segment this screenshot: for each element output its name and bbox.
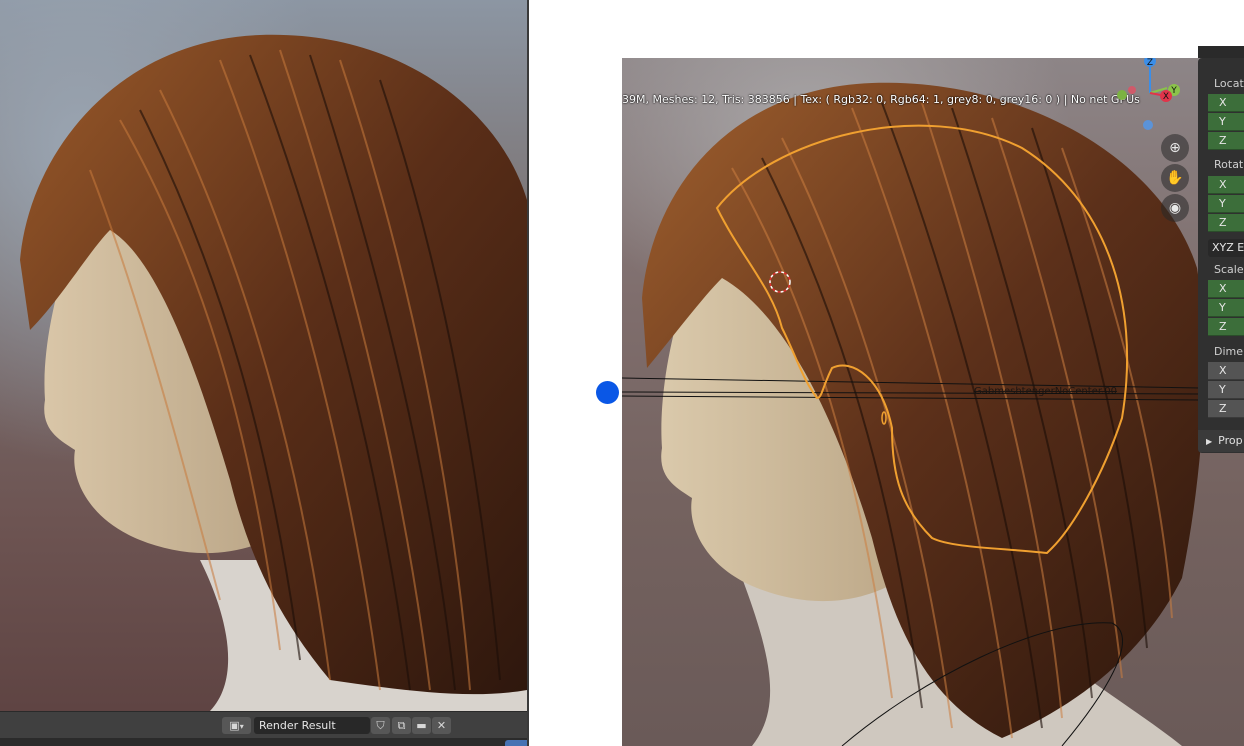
3d-viewport[interactable]: 39M, Meshes: 12, Tris: 383856 | Tex: ( R…	[622, 58, 1244, 746]
scale-y-field[interactable]: Y	[1208, 299, 1244, 317]
folder-icon: ▬	[416, 719, 427, 732]
location-x-field[interactable]: X	[1208, 94, 1244, 112]
sidebar-tab[interactable]	[1198, 46, 1244, 58]
open-image-button[interactable]: ▬	[412, 717, 431, 734]
shield-icon: ⛉	[376, 719, 385, 732]
object-name-label: GabmeshtengerNoCenter.00	[974, 386, 1117, 397]
viewport-scene	[622, 82, 1205, 746]
zoom-icon: ⊕	[1169, 140, 1181, 156]
rotation-x-field[interactable]: X	[1208, 176, 1244, 194]
status-strip	[0, 738, 527, 746]
dimensions-label: Dime	[1214, 345, 1244, 358]
duplicate-button[interactable]: ⧉	[392, 717, 411, 734]
properties-label: Prop	[1218, 434, 1243, 447]
rotation-y-field[interactable]: Y	[1208, 195, 1244, 213]
render-image	[20, 34, 527, 711]
fake-user-button[interactable]: ⛉	[371, 717, 390, 734]
render-image-editor[interactable]: ▣▾ Render Result ⛉ ⧉ ▬ ✕	[0, 0, 527, 746]
image-icon: ▣	[229, 719, 240, 732]
duplicate-icon: ⧉	[397, 719, 406, 732]
zoom-button[interactable]: ⊕	[1161, 134, 1189, 162]
active-indicator	[505, 740, 527, 746]
camera-icon: ◉	[1168, 200, 1182, 216]
scene-statistics: 39M, Meshes: 12, Tris: 383856 | Tex: ( R…	[622, 93, 1140, 106]
unlink-button[interactable]: ✕	[432, 717, 451, 734]
rotation-mode-dropdown[interactable]: XYZ E	[1208, 239, 1244, 257]
properties-panel-header[interactable]: ▶ Prop	[1198, 430, 1244, 452]
scale-x-field[interactable]: X	[1208, 280, 1244, 298]
dimensions-x-field[interactable]: X	[1208, 362, 1244, 380]
scale-z-field[interactable]: Z	[1208, 318, 1244, 336]
scale-label: Scale	[1214, 263, 1244, 276]
dimensions-y-field[interactable]: Y	[1208, 381, 1244, 399]
camera-view-button[interactable]: ◉	[1161, 194, 1189, 222]
gizmo-z-label: Z	[1147, 58, 1153, 68]
location-label: Locat	[1214, 77, 1244, 90]
area-divider[interactable]	[527, 0, 529, 746]
empty-object-handle[interactable]	[596, 381, 619, 404]
pan-button[interactable]: ✋	[1161, 164, 1189, 192]
dimensions-z-field[interactable]: Z	[1208, 400, 1244, 418]
close-icon: ✕	[436, 719, 447, 732]
transform-sidebar: Locat X Y Z Rotat X Y Z XYZ E Scale X Y …	[1198, 58, 1244, 453]
chevron-down-icon: ▾	[239, 722, 244, 731]
image-name-field[interactable]: Render Result	[254, 717, 370, 734]
gizmo-x-label: X	[1163, 92, 1169, 102]
location-y-field[interactable]: Y	[1208, 113, 1244, 131]
navigation-gizmo[interactable]: Z Y X	[1112, 58, 1182, 138]
image-type-dropdown[interactable]: ▣▾	[222, 717, 251, 734]
location-z-field[interactable]: Z	[1208, 132, 1244, 150]
hand-icon: ✋	[1166, 170, 1184, 186]
rotation-z-field[interactable]: Z	[1208, 214, 1244, 232]
rotation-label: Rotat	[1214, 158, 1244, 171]
image-editor-header: ▣▾ Render Result ⛉ ⧉ ▬ ✕	[0, 711, 527, 739]
expand-triangle-icon: ▶	[1206, 437, 1213, 446]
